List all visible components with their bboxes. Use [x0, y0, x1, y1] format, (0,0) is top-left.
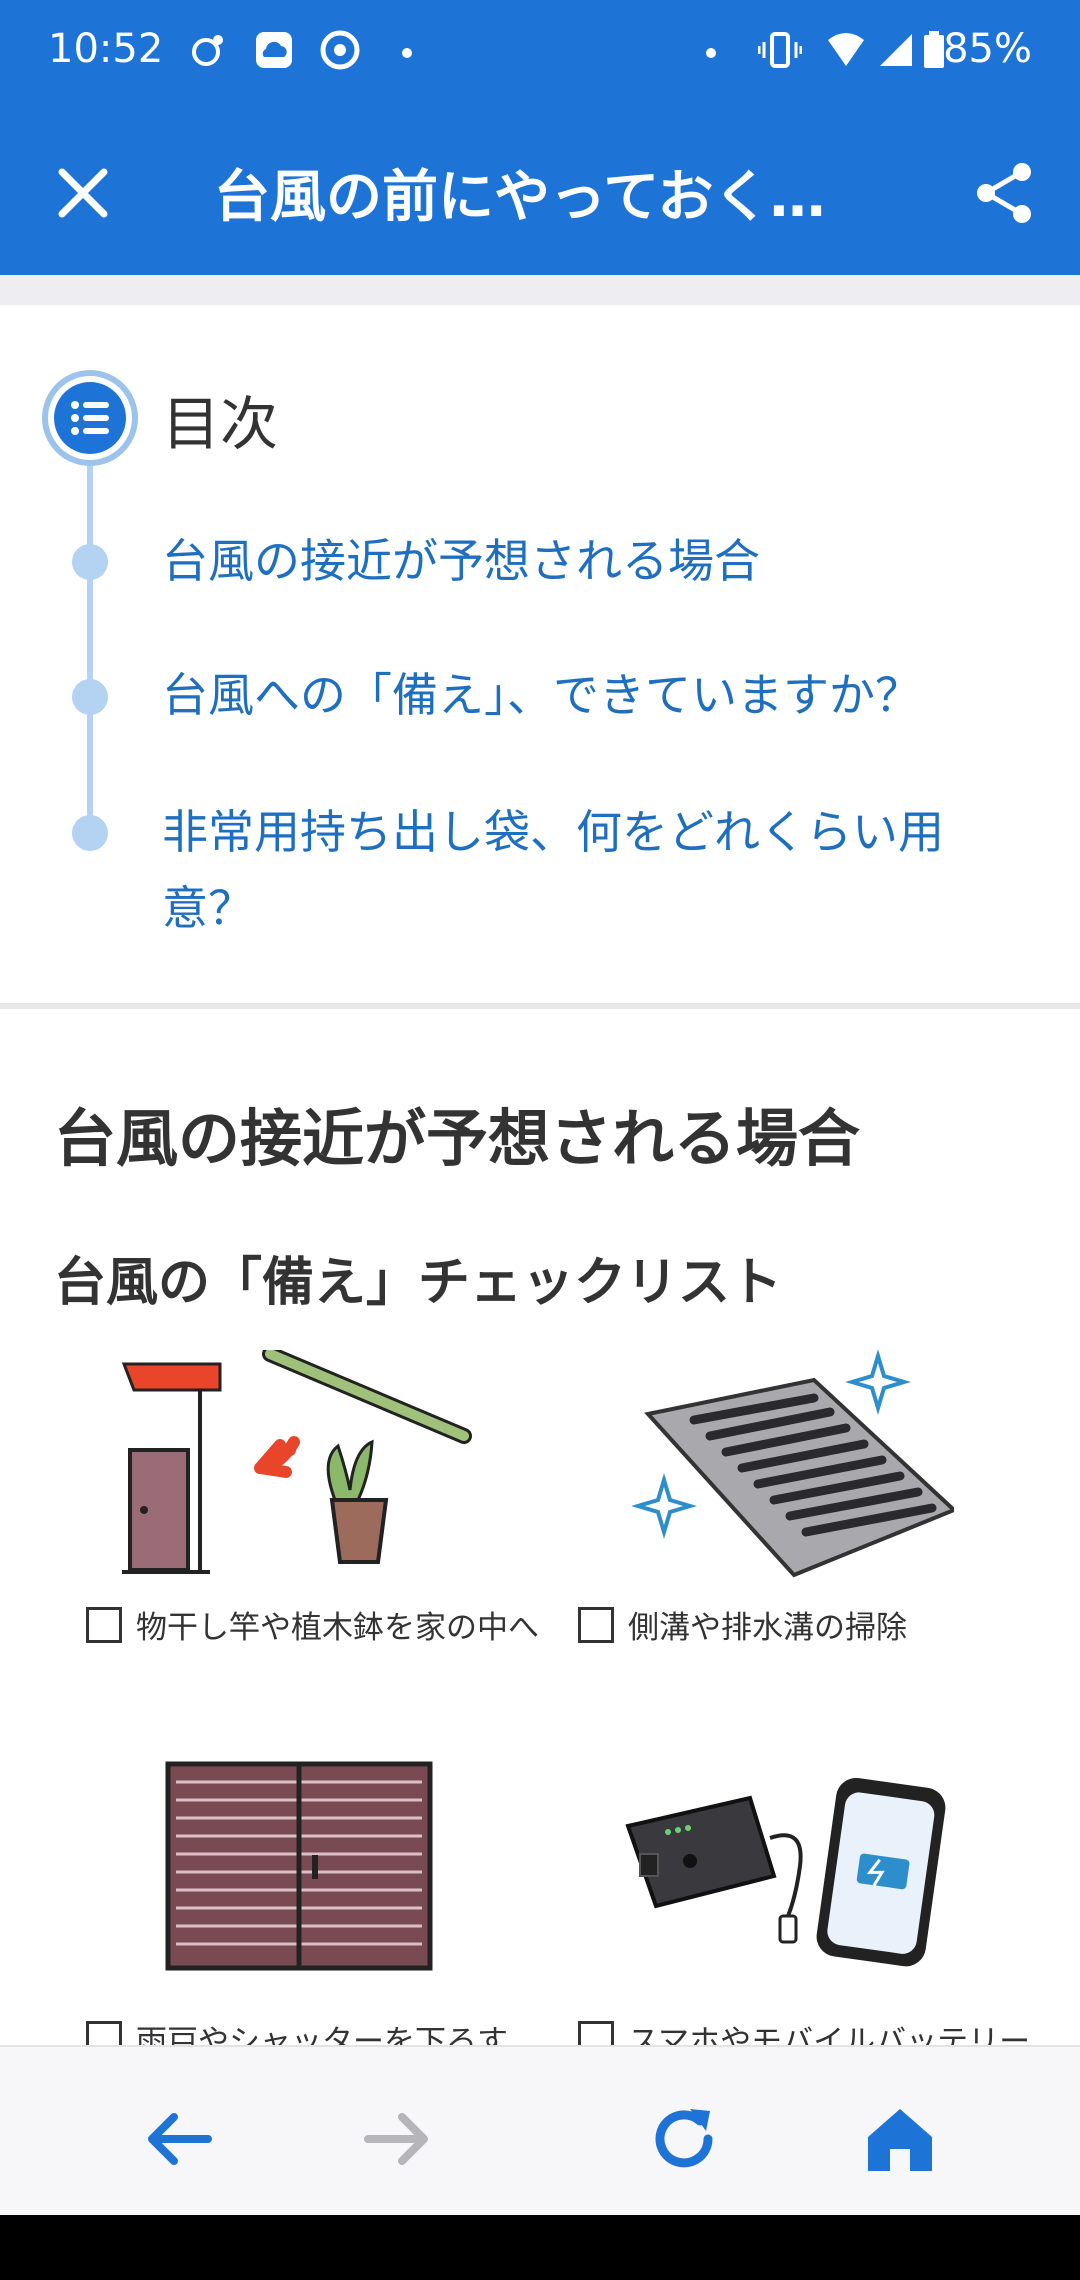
forward-icon[interactable]: [356, 2099, 436, 2179]
toc-link-2[interactable]: 台風への「備え」、できていますか？: [162, 657, 1022, 733]
reload-icon[interactable]: [644, 2099, 724, 2179]
list-icon: [54, 382, 126, 454]
section-divider: [0, 1003, 1080, 1009]
toc-node: [72, 679, 108, 715]
toc-badge: [42, 370, 138, 466]
checklist-item-1[interactable]: 物干し竿や植木鉢を家の中へ: [86, 1602, 539, 1647]
status-bar: 10:52 85%: [0, 0, 1080, 110]
section-heading: 台風の接近が予想される場合: [54, 1102, 861, 1175]
toc-link-3[interactable]: 非常用持ち出し袋、何をどれくらい用意？: [162, 794, 1022, 946]
toc-link-1[interactable]: 台風の接近が予想される場合: [162, 523, 1022, 599]
close-icon[interactable]: [50, 160, 116, 226]
app-screen: 10:52 85% 台風の前にやっておく… 目次 台風の接近が予想される場合 台…: [0, 0, 1080, 2280]
content-top-gap: [0, 275, 1080, 305]
notification-icon: [192, 35, 223, 66]
checkbox[interactable]: [578, 1606, 614, 1643]
status-dot: [402, 48, 412, 58]
cloud-icon: [256, 32, 292, 68]
drain-cleaning-illustration: [631, 1350, 954, 1578]
subsection-heading: 台風の「備え」チェックリスト: [54, 1253, 783, 1313]
toc-node: [72, 815, 108, 851]
system-navigation-bar: [0, 2215, 1080, 2280]
checklist-label: 物干し竿や植木鉢を家の中へ: [136, 1610, 539, 1646]
toc-line: [87, 465, 93, 845]
checklist-label: 側溝や排水溝の掃除: [628, 1610, 907, 1646]
status-dot: [706, 48, 716, 58]
app-bar: 台風の前にやっておく…: [0, 110, 1080, 275]
shutter-illustration: [165, 1761, 433, 1971]
table-of-contents: 目次 台風の接近が予想される場合 台風への「備え」、できていますか？ 非常用持ち…: [0, 305, 1080, 1005]
signal-icon: [880, 34, 912, 66]
toc-node: [72, 544, 108, 580]
back-icon[interactable]: [140, 2099, 220, 2179]
status-time: 10:52: [48, 26, 164, 72]
bring-items-inside-illustration: [121, 1350, 472, 1574]
battery-level: 85%: [943, 26, 1032, 72]
checklist-item-2[interactable]: 側溝や排水溝の掃除: [578, 1602, 907, 1647]
top-bar: 10:52 85% 台風の前にやっておく…: [0, 0, 1080, 275]
checkbox[interactable]: [86, 1606, 122, 1643]
home-icon[interactable]: [860, 2099, 940, 2179]
chrome-icon: [320, 30, 360, 70]
vibrate-icon: [758, 32, 802, 68]
toc-heading: 目次: [162, 390, 279, 458]
share-icon[interactable]: [970, 158, 1040, 228]
mobile-battery-illustration: [625, 1777, 946, 1967]
wifi-icon: [828, 33, 864, 66]
bottom-navigation: [0, 2045, 1080, 2215]
page-title: 台風の前にやっておく…: [214, 165, 826, 230]
